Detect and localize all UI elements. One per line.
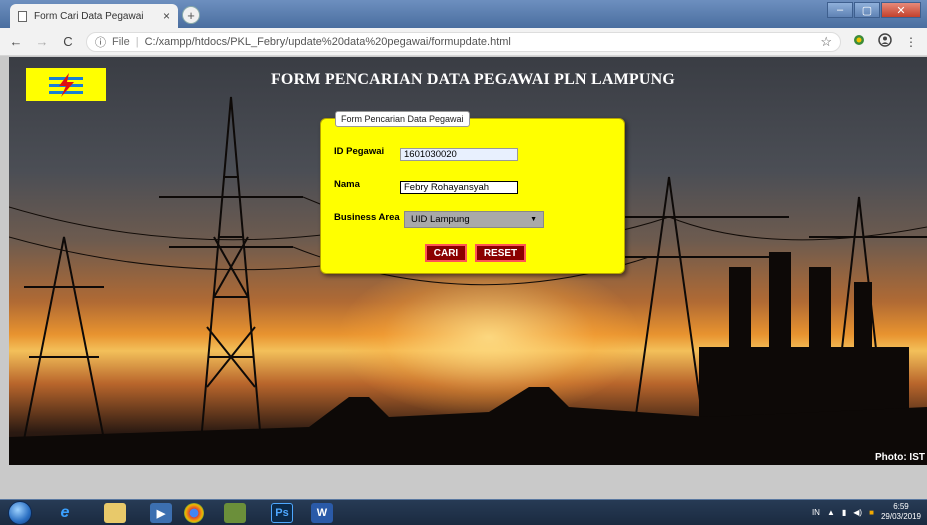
reset-button[interactable]: RESET [475,244,526,262]
bookmark-star-icon[interactable]: ☆ [820,34,832,50]
page-title: FORM PENCARIAN DATA PEGAWAI PLN LAMPUNG [270,71,676,88]
menu-icon[interactable]: ⋮ [903,35,919,49]
address-bar[interactable]: ⓘ File | C:/xampp/htdocs/PKL_Febry/updat… [86,31,841,52]
page-viewport: FORM PENCARIAN DATA PEGAWAI PLN LAMPUNG … [9,57,927,465]
tab-title: Form Cari Data Pegawai [34,10,144,22]
forward-button[interactable]: → [34,34,50,49]
form-legend: Form Pencarian Data Pegawai [335,111,470,127]
photoshop-icon[interactable]: Ps [271,503,293,523]
business-area-value: UID Lampung [411,214,470,225]
windows-taskbar: e ▶ Ps W IN ▲ ▮ ◀) ■ 6:59 29/03/2019 [0,499,927,525]
file-label: File [112,35,130,48]
id-pegawai-label: ID Pegawai [334,146,385,157]
word-icon[interactable]: W [311,503,333,523]
network-icon[interactable]: ▮ [842,508,846,517]
flag-icon[interactable]: ■ [869,508,874,517]
reload-button[interactable]: C [60,34,76,49]
id-pegawai-row: ID Pegawai 1601030020 [334,142,518,161]
nama-row: Nama Febry Rohayansyah [334,175,518,194]
business-area-label: Business Area [334,212,400,223]
dropdown-arrow-icon: ▼ [530,216,537,223]
browser-toolbar: ← → C ⓘ File | C:/xampp/htdocs/PKL_Febry… [0,28,927,56]
browser-tabstrip: Form Cari Data Pegawai × + – ▢ ✕ [0,0,927,28]
nama-input[interactable]: Febry Rohayansyah [400,181,518,194]
media-player-icon[interactable]: ▶ [150,503,172,523]
address-separator: | [135,35,139,48]
extension-icon[interactable] [851,34,867,49]
clock-date: 29/03/2019 [880,512,921,521]
document-icon [18,10,27,22]
nama-label: Nama [334,179,360,190]
close-window-button[interactable]: ✕ [881,2,921,18]
id-pegawai-input[interactable]: 1601030020 [400,148,518,161]
search-form: Form Pencarian Data Pegawai ID Pegawai 1… [320,111,625,274]
minimize-button[interactable]: – [827,2,853,18]
internet-explorer-icon[interactable]: e [54,503,76,523]
photo-credit: Photo: IST [875,452,925,463]
info-icon[interactable]: ⓘ [95,34,106,50]
language-indicator[interactable]: IN [812,508,820,517]
volume-icon[interactable]: ◀) [853,508,862,517]
tab-close-icon[interactable]: × [163,9,170,23]
clock-time: 6:59 [893,502,909,511]
business-area-row: Business Area UID Lampung ▼ [334,207,544,228]
clock[interactable]: 6:59 29/03/2019 [881,502,921,522]
cari-button[interactable]: CARI [425,244,467,262]
system-tray: IN ▲ ▮ ◀) ■ 6:59 29/03/2019 [812,502,921,522]
tray-arrow-icon[interactable]: ▲ [827,508,835,517]
maximize-button[interactable]: ▢ [854,2,880,18]
business-area-select[interactable]: UID Lampung ▼ [404,211,544,228]
notes-app-icon[interactable] [224,503,246,523]
start-button[interactable] [8,501,32,525]
back-button[interactable]: ← [8,34,24,49]
browser-tab[interactable]: Form Cari Data Pegawai × [10,4,178,28]
window-controls: – ▢ ✕ [827,2,921,18]
chrome-icon[interactable] [184,503,204,523]
profile-icon[interactable] [877,33,893,50]
url-text: C:/xampp/htdocs/PKL_Febry/update%20data%… [144,35,511,48]
file-explorer-icon[interactable] [104,503,126,523]
new-tab-button[interactable]: + [182,6,200,24]
